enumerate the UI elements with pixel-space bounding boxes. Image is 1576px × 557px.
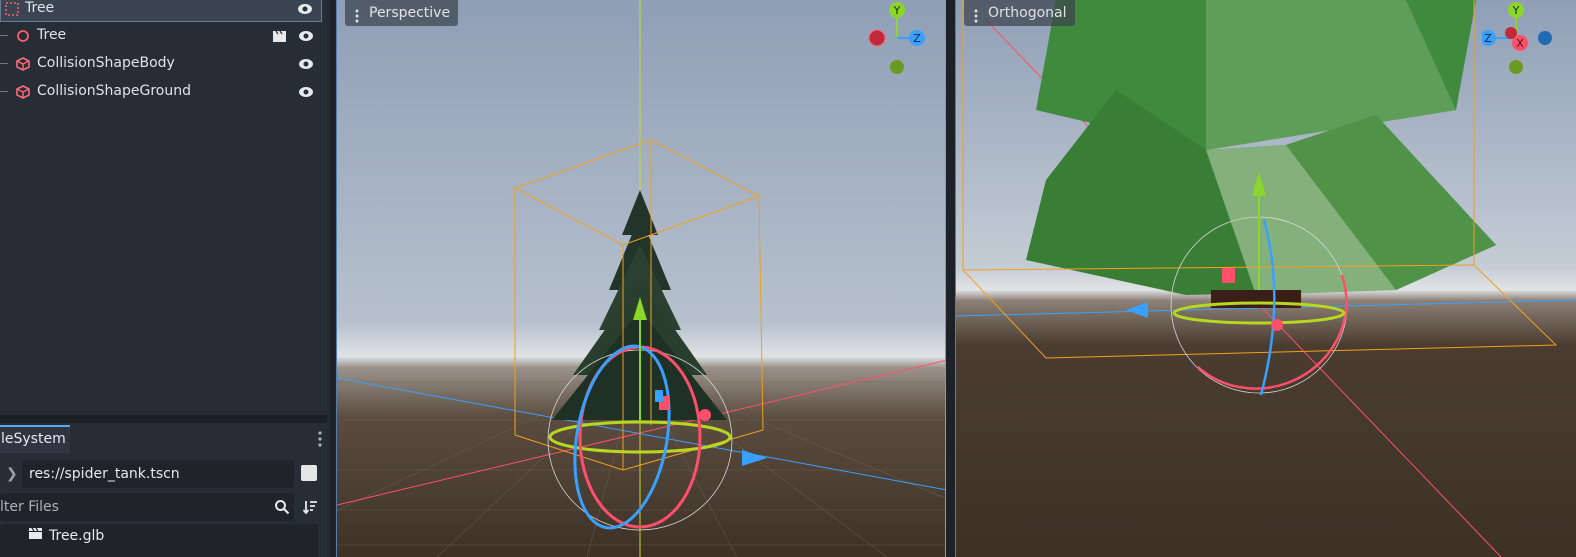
scene-tree-panel: Tree Tree CollisionShapeBody CollisionSh…: [0, 0, 327, 415]
filesystem-panel: leSystem ❯ res://spider_tank.tscn lter F…: [0, 423, 327, 557]
viewport-perspective[interactable]: Perspective Y Z: [336, 0, 946, 557]
layout-toggle-button[interactable]: [301, 465, 317, 481]
scene-tree-item-label: CollisionShapeBody: [37, 55, 175, 71]
file-item-label: Tree.glb: [49, 527, 105, 544]
viewport-scene-canvas: [956, 0, 1576, 557]
viewport-scene-canvas: [337, 0, 945, 557]
axis-y-label: Y: [893, 4, 901, 17]
visibility-eye-icon[interactable]: [297, 2, 313, 16]
filter-files-input[interactable]: lter Files: [0, 493, 294, 521]
scene-tree-item-tree-root[interactable]: Tree: [0, 0, 322, 22]
search-icon: [274, 499, 290, 515]
scene-tree-item-collisionshapebody[interactable]: CollisionShapeBody: [0, 50, 322, 77]
spatial-node-icon: [5, 2, 19, 16]
scene-clapper-icon: [28, 527, 43, 544]
path-field[interactable]: res://spider_tank.tscn: [22, 460, 294, 488]
axis-z-label: Z: [913, 32, 921, 45]
sort-icon[interactable]: [302, 499, 318, 515]
axis-z-label: Z: [1484, 32, 1492, 45]
node3d-icon: [16, 29, 30, 43]
chevron-right-icon[interactable]: ❯: [6, 466, 18, 482]
scene-tree-item-label: CollisionShapeGround: [37, 83, 191, 99]
viewport-label: Orthogonal: [988, 5, 1067, 21]
collision-shape-icon: [16, 57, 30, 71]
dock-split-handle[interactable]: [0, 415, 327, 423]
visibility-eye-icon[interactable]: [298, 85, 314, 99]
viewport-menu-button[interactable]: Perspective: [345, 0, 459, 26]
viewport-orthogonal[interactable]: Orthogonal Y Z X: [955, 0, 1576, 557]
file-item-tree-glb[interactable]: Tree.glb: [28, 527, 104, 544]
axis-x-label: X: [1516, 37, 1524, 50]
view-axis-gizmo[interactable]: Y Z X: [1482, 0, 1562, 80]
panel-menu-icon[interactable]: [318, 431, 322, 447]
axis-y-label: Y: [1512, 4, 1520, 17]
scene-tree-item-tree[interactable]: Tree: [0, 22, 322, 49]
open-scene-clapper-icon[interactable]: [272, 29, 288, 43]
scene-tree-item-label: Tree: [25, 0, 55, 16]
visibility-eye-icon[interactable]: [298, 57, 314, 71]
menu-dots-icon: [974, 6, 978, 23]
scene-tree-item-collisionshapeground[interactable]: CollisionShapeGround: [0, 78, 322, 105]
view-axis-gizmo[interactable]: Y Z: [865, 0, 935, 80]
tab-filesystem[interactable]: leSystem: [0, 425, 70, 453]
left-dock: Tree Tree CollisionShapeBody CollisionSh…: [0, 0, 330, 557]
menu-dots-icon: [355, 6, 359, 23]
visibility-eye-icon[interactable]: [298, 29, 314, 43]
viewport-menu-button[interactable]: Orthogonal: [964, 0, 1075, 26]
collision-shape-icon: [16, 85, 30, 99]
viewport-label: Perspective: [369, 5, 451, 21]
scene-tree-item-label: Tree: [37, 27, 67, 43]
